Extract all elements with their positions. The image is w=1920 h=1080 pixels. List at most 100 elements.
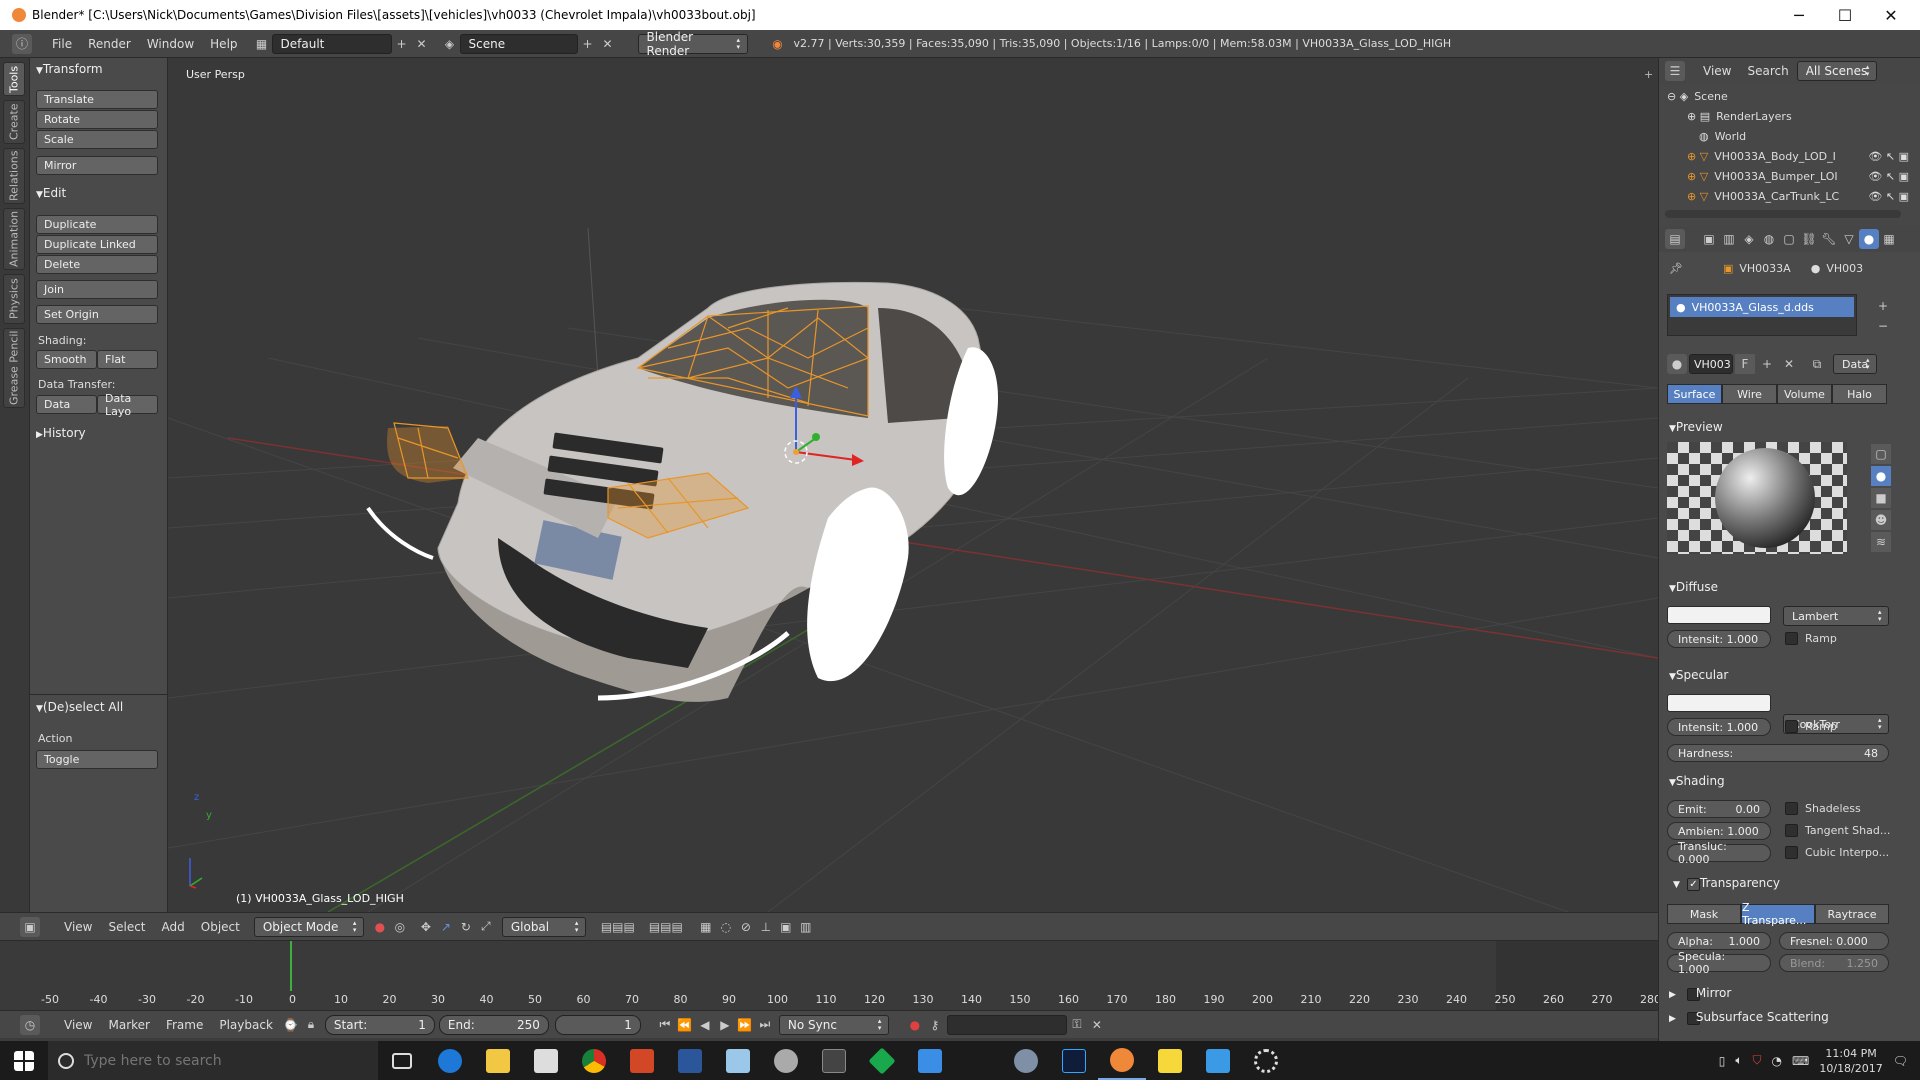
app-icon-dark[interactable] <box>810 1041 858 1080</box>
current-frame-field[interactable]: 1 <box>554 1014 641 1035</box>
menu-add[interactable]: Add <box>154 917 193 937</box>
outliner-filter-select[interactable]: All Scenes <box>1796 61 1877 81</box>
emit-slider[interactable]: Emit: 0.00 <box>1667 800 1771 818</box>
delete-key-icon[interactable]: ✕ <box>1087 1015 1107 1035</box>
volume-icon[interactable]: 🔈︎ <box>1735 1053 1742 1068</box>
outliner-scrollbar[interactable] <box>1665 210 1901 218</box>
constraints-tab-icon[interactable]: ⛓︎ <box>1799 229 1819 249</box>
translucency-slider[interactable]: Transluc: 0.000 <box>1667 840 1771 866</box>
jump-end-icon[interactable]: ⏭ <box>755 1015 775 1035</box>
sync-select[interactable]: No Sync <box>778 1014 889 1035</box>
3d-viewport[interactable]: User Persp z y (1) VH0033A_Glass_LOD_HIG… <box>168 58 1658 912</box>
material-browse-icon[interactable]: ● <box>1667 354 1687 374</box>
pivot-icon[interactable]: ◎ <box>390 917 410 937</box>
menu-file[interactable]: File <box>44 34 80 54</box>
jump-key-back-icon[interactable]: ⏪ <box>675 1015 695 1035</box>
opengl-render-icon[interactable]: ▣ <box>776 917 796 937</box>
tab-surface[interactable]: Surface <box>1667 384 1722 404</box>
menu-select[interactable]: Select <box>100 917 153 937</box>
tab-physics[interactable]: Physics <box>3 274 25 324</box>
file-explorer-icon[interactable] <box>474 1041 522 1080</box>
tab-grease-pencil[interactable]: Grease Pencil <box>3 328 25 408</box>
blend-slider[interactable]: Blend: 1.250 <box>1779 954 1889 972</box>
copy-material-icon[interactable]: ⧉ <box>1807 354 1827 374</box>
opengl-anim-icon[interactable]: ▥ <box>796 917 816 937</box>
app-icon-mug[interactable] <box>762 1041 810 1080</box>
remove-layout-icon[interactable]: ✕ <box>412 34 432 54</box>
timeline-menu-view[interactable]: View <box>56 1015 100 1035</box>
powerpoint-icon[interactable] <box>618 1041 666 1080</box>
texture-tab-icon[interactable]: ▦ <box>1879 229 1899 249</box>
app-icon-paint[interactable] <box>1194 1041 1242 1080</box>
3d-view-editor-icon[interactable]: ▣ <box>20 916 40 937</box>
menu-view[interactable]: View <box>56 917 100 937</box>
outliner-item-body[interactable]: ⊕ ▽ VH0033A_Body_LOD_I 👁︎ ↖ ▣ <box>1659 146 1909 166</box>
scale-button[interactable]: Scale <box>36 130 158 149</box>
app-icon-globe[interactable] <box>1002 1041 1050 1080</box>
close-button[interactable]: ✕ <box>1868 0 1914 30</box>
maximize-button[interactable]: ☐ <box>1822 0 1868 30</box>
tab-halo[interactable]: Halo <box>1832 384 1887 404</box>
snap-target-icon[interactable]: ⊥ <box>756 917 776 937</box>
diffuse-panel-header[interactable]: Diffuse <box>1669 580 1718 594</box>
outliner-menu-search[interactable]: Search <box>1739 61 1796 81</box>
shading-panel-header[interactable]: Shading <box>1669 774 1725 788</box>
render-engine-select[interactable]: Blender Render <box>637 30 748 58</box>
photoshop-icon[interactable] <box>1050 1041 1098 1080</box>
taskbar-search-box[interactable] <box>48 1041 378 1080</box>
start-button[interactable] <box>0 1041 48 1080</box>
material-name-field[interactable]: VH003 <box>1689 354 1733 374</box>
preview-sphere-icon[interactable]: ● <box>1871 466 1891 486</box>
power-icon[interactable]: ▯ <box>1719 1054 1726 1068</box>
antivirus-icon[interactable]: ⛉ <box>1753 1053 1762 1068</box>
material-slot-item[interactable]: ● VH0033A_Glass_d.dds <box>1670 297 1854 317</box>
preview-panel-header[interactable]: Preview <box>1669 420 1723 434</box>
mirror-button[interactable]: Mirror <box>36 156 158 175</box>
edge-icon[interactable] <box>426 1041 474 1080</box>
diffuse-intensity-slider[interactable]: Intensit: 1.000 <box>1667 630 1771 648</box>
layers-tab-icon[interactable]: ▥ <box>1719 229 1739 249</box>
sticky-notes-icon[interactable] <box>1146 1041 1194 1080</box>
jump-key-forward-icon[interactable]: ⏩ <box>735 1015 755 1035</box>
tab-z-transparency[interactable]: Z Transpare... <box>1741 901 1815 927</box>
viewport-expand-icon[interactable]: + <box>1644 68 1653 81</box>
layout-field[interactable]: Default <box>271 33 392 54</box>
preview-monkey-icon[interactable]: ☻ <box>1871 510 1891 530</box>
flat-button[interactable]: Flat <box>97 350 158 369</box>
duplicate-linked-button[interactable]: Duplicate Linked <box>36 235 158 254</box>
delete-button[interactable]: Delete <box>36 255 158 274</box>
rotate-button[interactable]: Rotate <box>36 110 158 129</box>
tab-volume[interactable]: Volume <box>1777 384 1832 404</box>
taskbar-search-input[interactable] <box>84 1052 354 1069</box>
tab-wire[interactable]: Wire <box>1722 384 1777 404</box>
layers-grid-icon[interactable]: ▤▤▤ <box>594 917 642 937</box>
set-origin-select[interactable]: Set Origin <box>36 305 158 324</box>
transform-panel-header[interactable]: Transform <box>36 62 103 76</box>
menu-window[interactable]: Window <box>139 34 202 54</box>
specular-panel-header[interactable]: Specular <box>1669 668 1728 682</box>
timeline-menu-frame[interactable]: Frame <box>158 1015 211 1035</box>
outliner-item-renderlayers[interactable]: ⊕ ▤ RenderLayers <box>1659 106 1909 126</box>
layout-icon[interactable]: ▦ <box>252 34 272 54</box>
preview-plane-icon[interactable]: ▢ <box>1871 444 1891 464</box>
snap-icon[interactable]: ⊘ <box>736 917 756 937</box>
clock[interactable]: 11:04 PM 10/18/2017 <box>1819 1046 1882 1076</box>
mode-select[interactable]: Object Mode <box>253 916 364 937</box>
material-slot-list[interactable]: ● VH0033A_Glass_d.dds <box>1667 294 1857 336</box>
join-button[interactable]: Join <box>36 280 158 299</box>
task-view-icon[interactable] <box>378 1041 426 1080</box>
tab-mask[interactable]: Mask <box>1667 904 1741 924</box>
specular-intensity-slider[interactable]: Intensit: 1.000 <box>1667 718 1771 736</box>
action-select[interactable]: Toggle <box>36 750 158 769</box>
preview-range-icon[interactable]: ⌚ <box>281 1015 301 1035</box>
current-frame-marker[interactable] <box>290 941 292 991</box>
proportional-edit-icon[interactable]: ◌ <box>716 917 736 937</box>
scene-field[interactable]: Scene <box>459 33 578 54</box>
insert-key-icon[interactable]: ⚿ <box>1067 1015 1087 1035</box>
object-tab-icon[interactable]: ▢ <box>1779 229 1799 249</box>
add-layout-icon[interactable]: + <box>392 34 412 54</box>
orientation-select[interactable]: Global <box>501 916 586 937</box>
outliner-item-cartrunk[interactable]: ⊕ ▽ VH0033A_CarTrunk_LC 👁︎ ↖ ▣ <box>1659 186 1909 206</box>
ambient-slider[interactable]: Ambien: 1.000 <box>1667 822 1771 840</box>
preview-cube-icon[interactable]: ■ <box>1871 488 1891 508</box>
